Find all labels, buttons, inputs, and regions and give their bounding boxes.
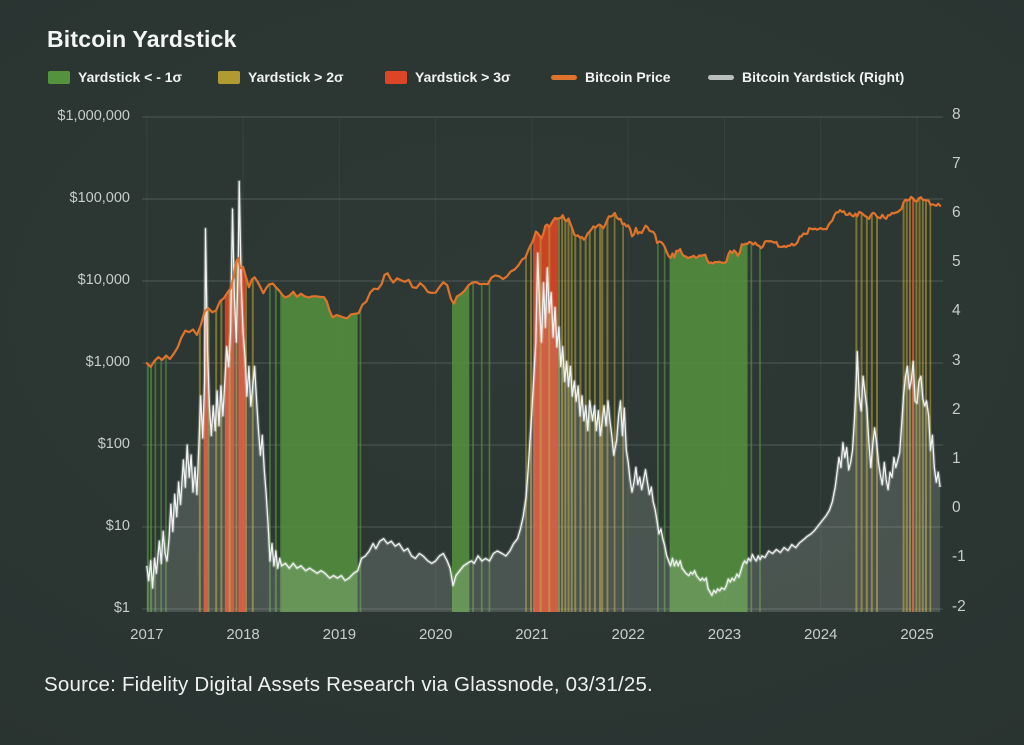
legend-label: Bitcoin Price [585, 69, 671, 85]
legend-item-bitcoin-price: Bitcoin Price [551, 67, 671, 87]
gold-band-swatch-icon [218, 71, 240, 84]
legend-item-yardstick-gt-3sigma: Yardstick > 3σ [385, 67, 511, 87]
yardstick-line-swatch-icon [708, 75, 734, 80]
green-band-swatch-icon [48, 71, 70, 84]
legend-label: Yardstick > 2σ [248, 69, 344, 85]
legend-item-bitcoin-yardstick: Bitcoin Yardstick (Right) [708, 67, 904, 87]
source-caption: Source: Fidelity Digital Assets Research… [44, 673, 653, 697]
legend-label: Yardstick > 3σ [415, 69, 511, 85]
legend-item-yardstick-lt-minus-1sigma: Yardstick < - 1σ [48, 67, 182, 87]
legend-item-yardstick-gt-2sigma: Yardstick > 2σ [218, 67, 344, 87]
chart-title: Bitcoin Yardstick [47, 26, 237, 53]
chart-legend: Yardstick < - 1σ Yardstick > 2σ Yardstic… [0, 67, 1024, 87]
legend-label: Bitcoin Yardstick (Right) [742, 69, 904, 85]
bitcoin-yardstick-figure: Bitcoin Yardstick Yardstick < - 1σ Yards… [0, 0, 1024, 745]
red-band-swatch-icon [385, 71, 407, 84]
chart-plot-area [0, 0, 1024, 745]
legend-label: Yardstick < - 1σ [78, 69, 182, 85]
price-line-swatch-icon [551, 75, 577, 80]
